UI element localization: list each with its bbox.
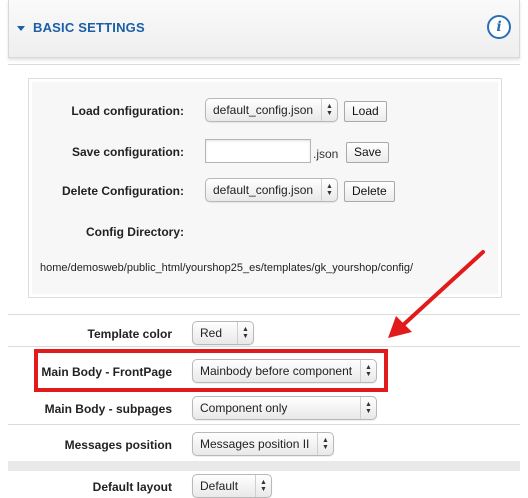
template-color-select[interactable]: Red ▲ ▼ xyxy=(192,321,254,345)
messages-position-value: Messages position II xyxy=(200,437,310,451)
default-layout-select[interactable]: Default ▲ ▼ xyxy=(192,474,272,498)
load-configuration-value: default_config.json xyxy=(213,103,314,117)
json-suffix: .json xyxy=(313,147,339,161)
info-icon[interactable]: i xyxy=(487,15,511,39)
default-layout-value: Default xyxy=(200,479,239,493)
load-button[interactable]: Load xyxy=(344,101,387,122)
select-arrows-icon: ▲ ▼ xyxy=(321,99,337,121)
save-button[interactable]: Save xyxy=(346,142,390,163)
save-configuration-input[interactable] xyxy=(205,139,311,163)
delete-button[interactable]: Delete xyxy=(344,181,395,202)
load-configuration-select[interactable]: default_config.json ▲ ▼ xyxy=(205,98,338,122)
basic-settings-header[interactable]: BASIC SETTINGS i xyxy=(8,0,520,58)
save-configuration-label: Save configuration: xyxy=(71,145,184,159)
config-directory-path: home/demosweb/public_html/yourshop25_es/… xyxy=(40,262,413,274)
select-arrows-icon: ▲ ▼ xyxy=(321,179,337,201)
template-color-label: Template color xyxy=(87,327,172,341)
load-configuration-label: Load configuration: xyxy=(71,104,184,118)
select-arrows-icon: ▲ ▼ xyxy=(317,433,333,455)
annotation-arrow-icon xyxy=(388,250,485,338)
select-arrows-icon: ▲ ▼ xyxy=(360,397,376,419)
delete-configuration-value: default_config.json xyxy=(213,183,314,197)
section-title: BASIC SETTINGS xyxy=(33,20,145,35)
config-directory-label: Config Directory: xyxy=(85,225,184,239)
template-color-value: Red xyxy=(200,326,223,340)
row-separator xyxy=(8,461,520,471)
divider xyxy=(8,64,520,65)
divider xyxy=(8,424,520,425)
select-arrows-icon: ▲ ▼ xyxy=(255,475,271,497)
default-layout-label: Default layout xyxy=(92,480,172,494)
divider xyxy=(8,346,520,347)
chevron-down-icon[interactable] xyxy=(17,26,25,31)
highlight-box xyxy=(34,349,388,392)
main-body-subpages-select[interactable]: Component only ▲ ▼ xyxy=(192,396,377,420)
select-arrows-icon: ▲ ▼ xyxy=(237,322,253,344)
delete-configuration-label: Delete Configuration: xyxy=(62,184,184,198)
delete-configuration-select[interactable]: default_config.json ▲ ▼ xyxy=(205,178,338,202)
main-body-subpages-label: Main Body - subpages xyxy=(44,402,172,416)
main-body-subpages-value: Component only xyxy=(200,401,288,415)
messages-position-label: Messages position xyxy=(64,438,172,452)
messages-position-select[interactable]: Messages position II ▲ ▼ xyxy=(192,432,334,456)
